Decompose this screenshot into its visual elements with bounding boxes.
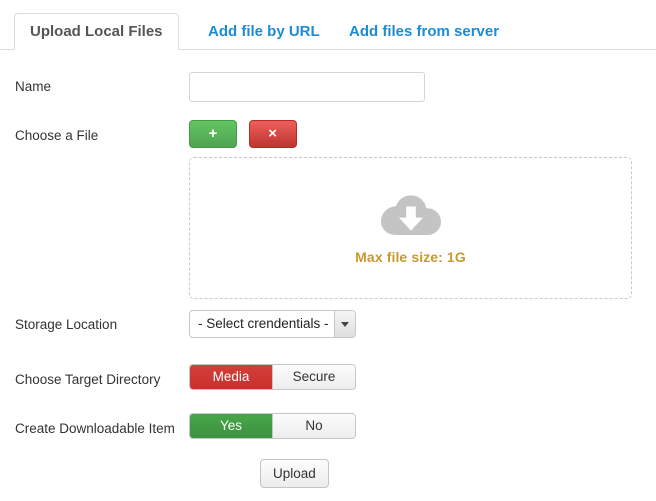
- storage-location-field: - Select crendentials -: [180, 310, 656, 341]
- tab-label: Upload Local Files: [30, 23, 163, 40]
- name-input[interactable]: [189, 72, 425, 102]
- remove-file-button[interactable]: ×: [248, 120, 297, 148]
- plus-icon: +: [208, 125, 218, 142]
- upload-form: Name Choose a File + × Max file size: 1G…: [0, 50, 656, 488]
- submit-field: Upload: [180, 459, 656, 488]
- add-file-button[interactable]: +: [189, 120, 237, 148]
- form-row-downloadable-item: Create Downloadable Item Yes No: [0, 413, 656, 439]
- form-row-submit: Upload: [0, 459, 656, 488]
- tab-label: Add file by URL: [208, 23, 320, 40]
- tab-strip: Upload Local Files Add file by URL Add f…: [0, 0, 656, 50]
- close-icon: ×: [268, 125, 277, 142]
- choose-file-label: Choose a File: [15, 128, 99, 143]
- max-file-size-text: Max file size: 1G: [355, 249, 466, 265]
- downloadable-item-option-yes[interactable]: Yes: [190, 414, 272, 438]
- upload-button[interactable]: Upload: [260, 459, 329, 488]
- choose-file-controls: + × Max file size: 1G: [180, 120, 656, 299]
- form-row-name: Name: [0, 72, 656, 102]
- storage-location-select-wrap: - Select crendentials -: [189, 310, 356, 338]
- tab-upload-local-files[interactable]: Upload Local Files: [14, 13, 179, 50]
- form-row-choose-file: Choose a File + × Max file size: 1G: [0, 120, 656, 299]
- name-field-wrapper: [180, 72, 656, 102]
- tab-add-files-from-server[interactable]: Add files from server: [333, 13, 515, 50]
- downloadable-item-field: Yes No: [180, 413, 656, 439]
- form-row-target-directory: Choose Target Directory Media Secure: [0, 364, 656, 390]
- chevron-down-icon[interactable]: [334, 311, 355, 337]
- target-directory-option-media[interactable]: Media: [190, 365, 272, 389]
- file-dropzone[interactable]: Max file size: 1G: [189, 157, 632, 299]
- form-row-storage-location: Storage Location - Select crendentials -: [0, 310, 656, 341]
- tab-label: Add files from server: [349, 23, 500, 40]
- tab-add-file-by-url[interactable]: Add file by URL: [192, 13, 336, 50]
- target-directory-option-secure[interactable]: Secure: [273, 365, 355, 389]
- target-directory-label: Choose Target Directory: [15, 372, 161, 387]
- target-directory-field: Media Secure: [180, 364, 656, 390]
- storage-location-label: Storage Location: [15, 317, 118, 332]
- storage-location-select[interactable]: - Select crendentials -: [189, 310, 356, 338]
- downloadable-item-option-no[interactable]: No: [273, 414, 355, 438]
- cloud-download-icon: [380, 191, 442, 240]
- downloadable-item-toggle: Yes No: [189, 413, 356, 439]
- downloadable-item-label: Create Downloadable Item: [15, 421, 175, 436]
- name-label: Name: [15, 79, 52, 94]
- target-directory-toggle: Media Secure: [189, 364, 356, 390]
